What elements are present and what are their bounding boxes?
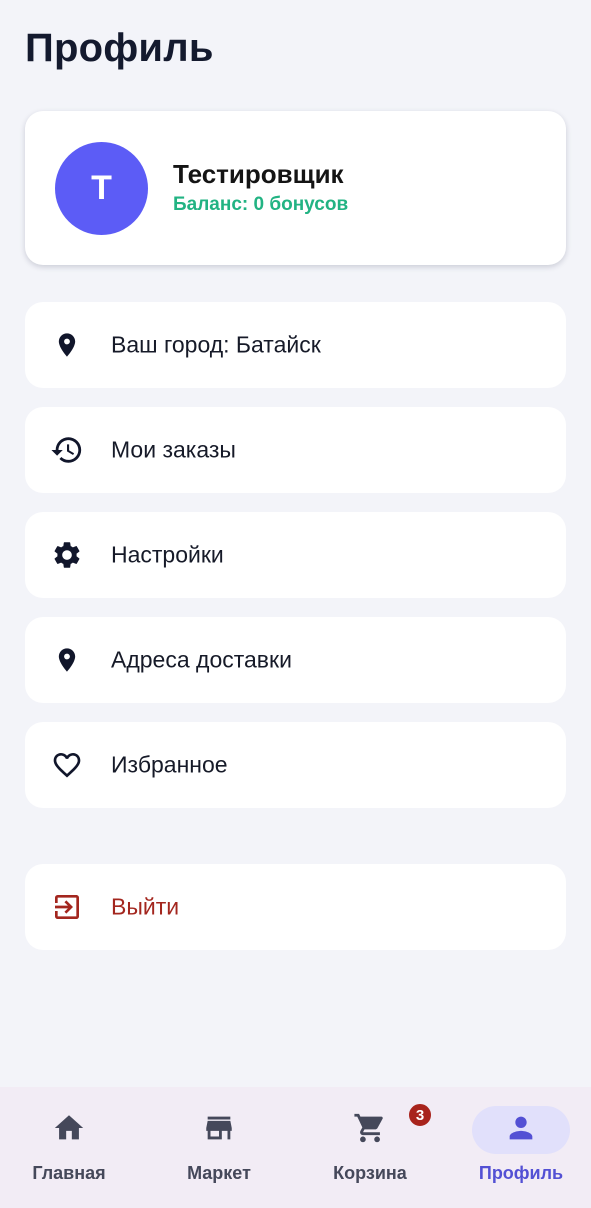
avatar-letter: Т	[91, 169, 112, 207]
logout-button[interactable]: Выйти	[25, 864, 566, 950]
nav-item-profile[interactable]: Профиль	[456, 1087, 586, 1208]
menu-item-label: Ваш город: Батайск	[111, 331, 321, 358]
location-pin-icon	[49, 327, 85, 363]
cart-count-badge: 3	[407, 1102, 433, 1128]
store-icon	[202, 1111, 236, 1150]
nav-item-cart[interactable]: 3 Корзина	[305, 1087, 435, 1208]
menu-item-orders[interactable]: Мои заказы	[25, 407, 566, 493]
location-pin-icon	[49, 642, 85, 678]
menu-item-label: Адреса доставки	[111, 646, 292, 673]
user-name: Тестировщик	[173, 159, 344, 189]
cart-icon	[353, 1111, 387, 1150]
gear-icon	[49, 537, 85, 573]
menu-item-favorites[interactable]: Избранное	[25, 722, 566, 808]
menu-item-label: Настройки	[111, 541, 224, 568]
home-icon	[52, 1111, 86, 1150]
logout-label: Выйти	[111, 893, 180, 920]
menu-item-label: Избранное	[111, 751, 228, 778]
nav-label: Маркет	[187, 1163, 251, 1183]
bonus-balance: Баланс: 0 бонусов	[173, 194, 349, 215]
nav-icon-container	[472, 1106, 570, 1154]
menu-item-delivery-addresses[interactable]: Адреса доставки	[25, 617, 566, 703]
nav-label: Главная	[32, 1163, 106, 1183]
nav-icon-container	[170, 1106, 268, 1154]
profile-card[interactable]: Т Тестировщик Баланс: 0 бонусов	[25, 111, 566, 265]
nav-label: Корзина	[333, 1163, 407, 1183]
bottom-navigation: Главная Маркет 3 Корзина Профиль	[0, 1087, 591, 1208]
logout-icon	[49, 889, 85, 925]
heart-icon	[49, 747, 85, 783]
nav-label: Профиль	[478, 1163, 564, 1183]
avatar: Т	[55, 142, 148, 235]
person-icon	[504, 1111, 538, 1150]
menu-item-city[interactable]: Ваш город: Батайск	[25, 302, 566, 388]
nav-icon-container	[20, 1106, 118, 1154]
menu-item-label: Мои заказы	[111, 436, 236, 463]
menu-item-settings[interactable]: Настройки	[25, 512, 566, 598]
nav-item-market[interactable]: Маркет	[154, 1087, 284, 1208]
history-icon	[49, 432, 85, 468]
nav-item-home[interactable]: Главная	[4, 1087, 134, 1208]
profile-screen: Профиль Т Тестировщик Баланс: 0 бонусов …	[0, 0, 591, 1208]
page-title: Профиль	[25, 26, 214, 70]
nav-icon-container: 3	[321, 1102, 433, 1154]
